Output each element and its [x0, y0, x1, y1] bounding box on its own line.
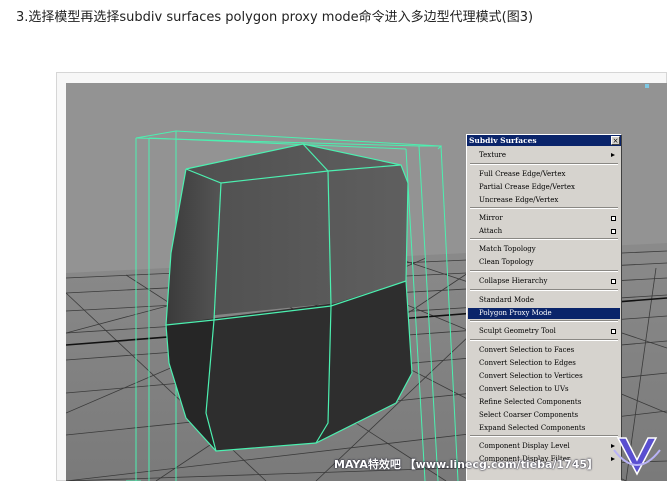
menu-item-label: Select Coarser Components [479, 411, 579, 419]
close-icon[interactable]: × [611, 136, 620, 145]
menu-item-convert-selection-to-uvs[interactable]: Convert Selection to UVs [468, 384, 620, 395]
menu-item-label: Convert Selection to Edges [479, 359, 576, 367]
viewport-corner-marker [645, 84, 649, 88]
menu-item-full-crease-edge-vertex[interactable]: Full Crease Edge/Vertex [468, 169, 620, 180]
menu-item-label: Clean Topology [479, 258, 534, 266]
menu-item-match-topology[interactable]: Match Topology [468, 244, 620, 255]
menu-separator [470, 320, 618, 322]
menu-separator [470, 289, 618, 291]
menu-item-label: Polygon Proxy Mode [479, 309, 552, 317]
menu-item-label: Attach [479, 227, 503, 235]
menu-separator [470, 435, 618, 437]
menu-item-component-display-level[interactable]: Component Display Level [468, 441, 620, 452]
menu-item-polygon-proxy-mode[interactable]: Polygon Proxy Mode [468, 308, 620, 319]
menu-item-label: Standard Mode [479, 296, 535, 304]
menu-item-sculpt-geometry-tool[interactable]: Sculpt Geometry Tool [468, 326, 620, 337]
menu-item-expand-selected-components[interactable]: Expand Selected Components [468, 423, 620, 434]
menu-separator [470, 270, 618, 272]
menu-title-label: Subdiv Surfaces [469, 136, 537, 145]
menu-item-label: Mirror [479, 214, 503, 222]
option-box-icon[interactable] [611, 216, 616, 221]
menu-item-refine-selected-components[interactable]: Refine Selected Components [468, 397, 620, 408]
option-box-icon[interactable] [611, 329, 616, 334]
menu-item-label: Partial Crease Edge/Vertex [479, 183, 575, 191]
menu-item-label: Refine Selected Components [479, 398, 582, 406]
option-box-icon[interactable] [611, 279, 616, 284]
menu-item-label: Full Crease Edge/Vertex [479, 170, 566, 178]
menu-item-label: Convert Selection to Vertices [479, 372, 583, 380]
menu-separator [470, 339, 618, 341]
menu-item-label: Texture [479, 151, 507, 159]
option-box-icon[interactable] [611, 229, 616, 234]
menu-item-label: Expand Selected Components [479, 424, 586, 432]
menu-separator [470, 163, 618, 165]
menu-item-label: Component Display Level [479, 442, 570, 450]
menu-item-uncrease-edge-vertex[interactable]: Uncrease Edge/Vertex [468, 195, 620, 206]
v-logo-icon [613, 437, 661, 476]
instruction-caption: 3.选择模型再选择subdiv surfaces polygon proxy m… [16, 10, 534, 25]
polygon-proxy-mesh[interactable] [165, 143, 413, 452]
subdiv-surfaces-menu[interactable]: Subdiv Surfaces × Texture Full Crease Edg… [466, 134, 622, 481]
menu-item-label: Uncrease Edge/Vertex [479, 196, 559, 204]
menu-item-mirror[interactable]: Mirror [468, 213, 620, 224]
menu-item-collapse-hierarchy[interactable]: Collapse Hierarchy [468, 276, 620, 287]
watermark-text: MAYA特效吧 【www.linecg.com/tieba/1745】 [334, 458, 599, 471]
menu-separator [470, 207, 618, 209]
menu-item-texture[interactable]: Texture [468, 150, 620, 161]
menu-item-label: Convert Selection to Faces [479, 346, 575, 354]
menu-item-standard-mode[interactable]: Standard Mode [468, 295, 620, 306]
menu-item-clean-topology[interactable]: Clean Topology [468, 257, 620, 268]
menu-item-label: Collapse Hierarchy [479, 277, 548, 285]
menu-item-label: Convert Selection to UVs [479, 385, 569, 393]
submenu-arrow-icon [611, 153, 615, 157]
menu-item-attach[interactable]: Attach [468, 226, 620, 237]
menu-item-label: Sculpt Geometry Tool [479, 327, 556, 335]
menu-item-convert-selection-to-vertices[interactable]: Convert Selection to Vertices [468, 371, 620, 382]
menu-item-convert-selection-to-faces[interactable]: Convert Selection to Faces [468, 345, 620, 356]
menu-item-select-coarser-components[interactable]: Select Coarser Components [468, 410, 620, 421]
menu-item-partial-crease-edge-vertex[interactable]: Partial Crease Edge/Vertex [468, 182, 620, 193]
menu-title[interactable]: Subdiv Surfaces [467, 135, 621, 146]
menu-separator [470, 238, 618, 240]
menu-item-convert-selection-to-edges[interactable]: Convert Selection to Edges [468, 358, 620, 369]
menu-item-label: Match Topology [479, 245, 536, 253]
